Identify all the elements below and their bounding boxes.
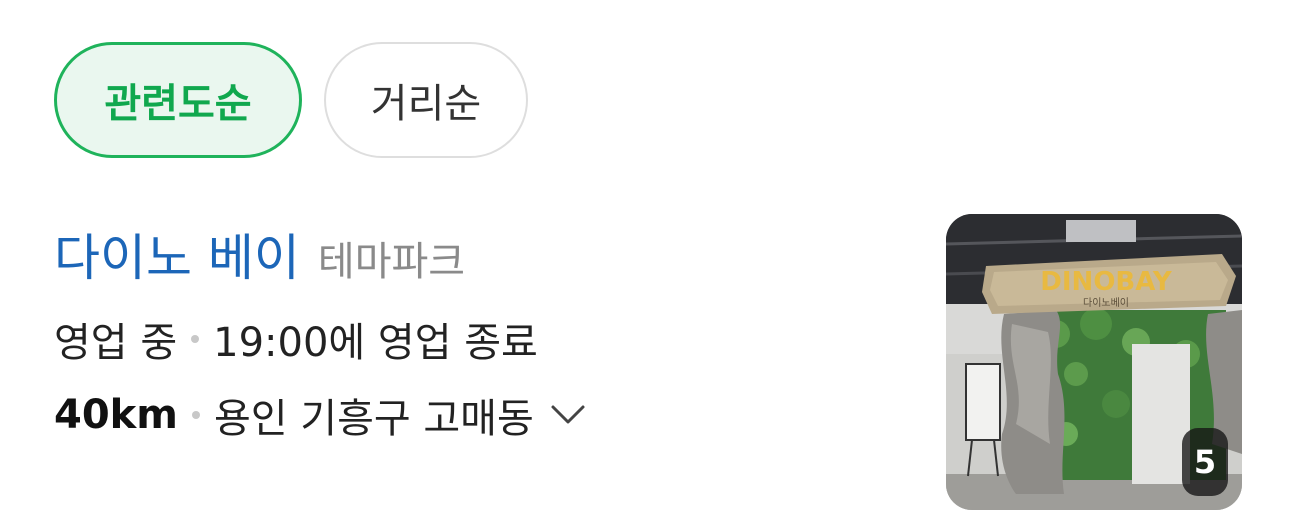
place-name-link[interactable]: 다이노 베이: [54, 218, 300, 290]
sign-subtext: 다이노베이: [1083, 297, 1129, 309]
search-result-screen: 관련도순 거리순 다이노 베이 테마파크 영업 중 19:00에 영업 종료 4…: [0, 0, 1296, 529]
result-title-row: 다이노 베이 테마파크: [54, 218, 588, 294]
sort-chip-group: 관련도순 거리순: [54, 42, 528, 158]
hours-row: 영업 중 19:00에 영업 종료: [54, 304, 588, 374]
sort-chip-relevance[interactable]: 관련도순: [54, 42, 302, 158]
sign-text: DINOBAY: [1040, 267, 1173, 297]
chevron-down-icon[interactable]: [548, 395, 588, 435]
sort-chip-label: 관련도순: [104, 81, 252, 127]
sort-chip-distance[interactable]: 거리순: [324, 42, 528, 158]
place-photo-thumbnail[interactable]: DINOBAY 다이노베이 5: [946, 214, 1242, 510]
separator-dot: [191, 411, 200, 419]
place-category: 테마파크: [317, 239, 466, 285]
open-status: 영업 중: [54, 320, 178, 366]
separator-dot: [191, 335, 200, 343]
closing-time: 19:00에 영업 종료: [213, 320, 538, 366]
photo-count-badge: 5: [1182, 428, 1228, 496]
location-row[interactable]: 40km 용인 기흥구 고매동: [54, 380, 588, 450]
address: 용인 기흥구 고매동: [213, 396, 534, 442]
result-info: 다이노 베이 테마파크 영업 중 19:00에 영업 종료 40km 용인 기흥…: [54, 218, 588, 450]
sort-chip-label: 거리순: [370, 81, 482, 127]
distance: 40km: [54, 392, 178, 438]
